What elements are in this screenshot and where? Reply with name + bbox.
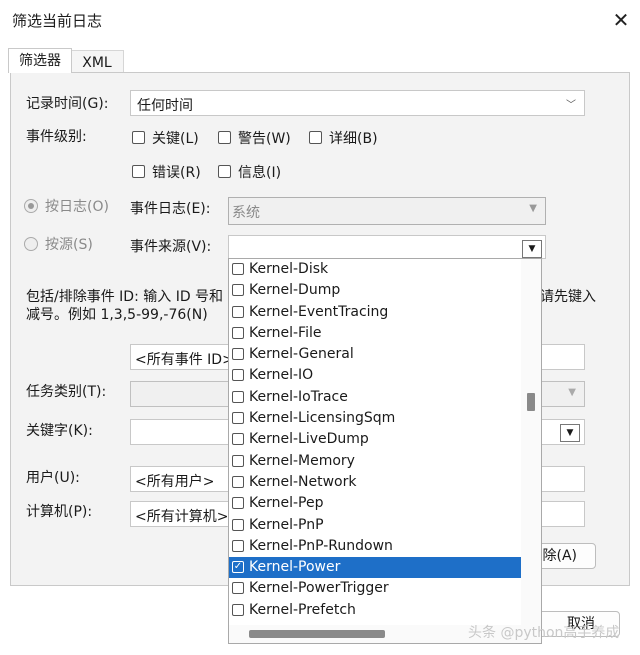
- event-sources-dropdown-button[interactable]: ▼: [522, 240, 542, 258]
- tab-xml[interactable]: XML: [70, 50, 124, 73]
- event-id-example: 减号。例如 1,3,5-99,-76(N): [26, 307, 208, 323]
- event-id-value: <所有事件 ID>: [135, 352, 234, 368]
- source-list-item[interactable]: Kernel-PnP: [229, 515, 541, 536]
- source-checkbox[interactable]: [232, 433, 244, 446]
- source-name: Kernel-PnP-Rundown: [249, 537, 393, 554]
- source-name: Kernel-LicensingSqm: [249, 410, 396, 427]
- source-checkbox[interactable]: [232, 497, 244, 510]
- source-name: Kernel-Memory: [249, 452, 355, 469]
- error-label: 错误(R): [152, 165, 201, 181]
- source-checkbox[interactable]: [232, 582, 244, 595]
- source-list-item[interactable]: Kernel-Dump: [229, 280, 541, 301]
- vertical-scrollbar[interactable]: [521, 259, 541, 625]
- event-id-description-end: 请先键入: [540, 289, 596, 305]
- source-list-item[interactable]: Kernel-General: [229, 344, 541, 365]
- source-list-item[interactable]: Kernel-Disk: [229, 259, 541, 280]
- by-log-radio[interactable]: [24, 199, 38, 213]
- tab-filter[interactable]: 筛选器: [8, 48, 72, 73]
- event-sources-dropdown-list: Kernel-Disk Kernel-Dump Kernel-EventTracin…: [228, 258, 542, 644]
- source-list-item[interactable]: Kernel-Network: [229, 472, 541, 493]
- source-name: Kernel-Disk: [249, 261, 329, 277]
- source-name: Kernel-LiveDump: [249, 431, 369, 448]
- information-label: 信息(I): [238, 165, 282, 181]
- source-name: Kernel-PowerTrigger: [249, 580, 389, 597]
- event-sources-select[interactable]: [228, 235, 546, 259]
- error-checkbox[interactable]: [132, 165, 145, 178]
- title-bar: 筛选当前日志 ✕: [0, 0, 640, 40]
- source-checkbox[interactable]: [232, 518, 244, 531]
- user-label: 用户(U):: [26, 470, 80, 486]
- source-list-item[interactable]: Kernel-LicensingSqm: [229, 408, 541, 429]
- source-name: Kernel-PnP: [249, 516, 324, 533]
- source-list-item[interactable]: Kernel-IO: [229, 365, 541, 386]
- chevron-down-icon: ▼: [529, 203, 537, 214]
- source-list-item[interactable]: Kernel-Pep: [229, 493, 541, 514]
- source-checkbox[interactable]: [232, 284, 244, 297]
- source-list-item[interactable]: Kernel-PnP-Rundown: [229, 536, 541, 557]
- source-list-item[interactable]: Kernel-Memory: [229, 451, 541, 472]
- task-category-label: 任务类别(T):: [26, 384, 107, 400]
- source-checkbox[interactable]: [232, 539, 244, 552]
- warning-label: 警告(W): [238, 131, 291, 147]
- source-checkbox[interactable]: [232, 263, 244, 275]
- source-checkbox[interactable]: [232, 603, 244, 616]
- keywords-dropdown-button[interactable]: ▼: [560, 424, 580, 442]
- source-name: Kernel-Dump: [249, 282, 341, 299]
- event-id-description: 包括/排除事件 ID: 输入 ID 号和: [26, 289, 224, 305]
- event-logs-value: 系统: [232, 205, 260, 221]
- source-checkbox[interactable]: ✓: [232, 561, 244, 574]
- chevron-down-icon: ﹀: [566, 100, 576, 111]
- user-value: <所有用户>: [135, 474, 215, 490]
- source-name: Kernel-Pep: [249, 495, 324, 512]
- horizontal-scrollbar-thumb[interactable]: [249, 630, 385, 638]
- source-checkbox[interactable]: [232, 369, 244, 382]
- watermark: 头条 @python高手养成: [468, 625, 620, 641]
- event-level-label: 事件级别:: [26, 129, 87, 145]
- window-title: 筛选当前日志: [12, 12, 103, 30]
- source-list-item[interactable]: ✓ Kernel-Power: [229, 557, 521, 579]
- source-name: Kernel-Power: [249, 559, 341, 576]
- source-checkbox[interactable]: [232, 326, 244, 339]
- verbose-checkbox[interactable]: [309, 131, 322, 144]
- event-logs-select: 系统 ▼: [228, 197, 546, 225]
- critical-checkbox[interactable]: [132, 131, 145, 144]
- source-name: Kernel-General: [249, 346, 354, 363]
- source-list-item[interactable]: Kernel-File: [229, 323, 541, 344]
- source-name: Kernel-EventTracing: [249, 303, 389, 320]
- information-checkbox[interactable]: [218, 165, 231, 178]
- source-name: Kernel-Network: [249, 473, 357, 490]
- event-logs-label: 事件日志(E):: [130, 201, 211, 217]
- computer-value: <所有计算机>: [135, 509, 229, 525]
- source-list-item[interactable]: Kernel-IoTrace: [229, 387, 541, 408]
- keywords-label: 关键字(K):: [26, 423, 93, 439]
- verbose-label: 详细(B): [329, 131, 378, 147]
- source-checkbox[interactable]: [232, 348, 244, 361]
- close-icon[interactable]: ✕: [606, 6, 636, 34]
- event-sources-label: 事件来源(V):: [130, 239, 212, 255]
- by-log-label: 按日志(O): [45, 199, 109, 215]
- logged-label: 记录时间(G):: [26, 96, 109, 112]
- source-name: Kernel-IO: [249, 367, 314, 384]
- source-list-item[interactable]: Kernel-PowerTrigger: [229, 578, 541, 599]
- source-checkbox[interactable]: [232, 412, 244, 425]
- source-list-item[interactable]: Kernel-Prefetch: [229, 600, 541, 621]
- warning-checkbox[interactable]: [218, 131, 231, 144]
- vertical-scrollbar-thumb[interactable]: [527, 393, 535, 411]
- source-name: Kernel-File: [249, 324, 322, 341]
- source-checkbox[interactable]: [232, 390, 244, 403]
- source-list-item[interactable]: Kernel-LiveDump: [229, 429, 541, 450]
- source-checkbox[interactable]: [232, 305, 244, 318]
- source-name: Kernel-IoTrace: [249, 388, 348, 405]
- by-source-label: 按源(S): [45, 237, 93, 253]
- logged-value: 任何时间: [137, 98, 193, 114]
- by-source-radio[interactable]: [24, 237, 38, 251]
- computer-label: 计算机(P):: [26, 504, 93, 520]
- source-name: Kernel-Prefetch: [249, 601, 356, 618]
- source-checkbox[interactable]: [232, 454, 244, 467]
- source-list-item[interactable]: Kernel-EventTracing: [229, 302, 541, 323]
- source-checkbox[interactable]: [232, 475, 244, 488]
- logged-select[interactable]: 任何时间 ﹀: [130, 90, 585, 116]
- chevron-down-icon: ▼: [568, 387, 576, 398]
- critical-label: 关键(L): [152, 131, 199, 147]
